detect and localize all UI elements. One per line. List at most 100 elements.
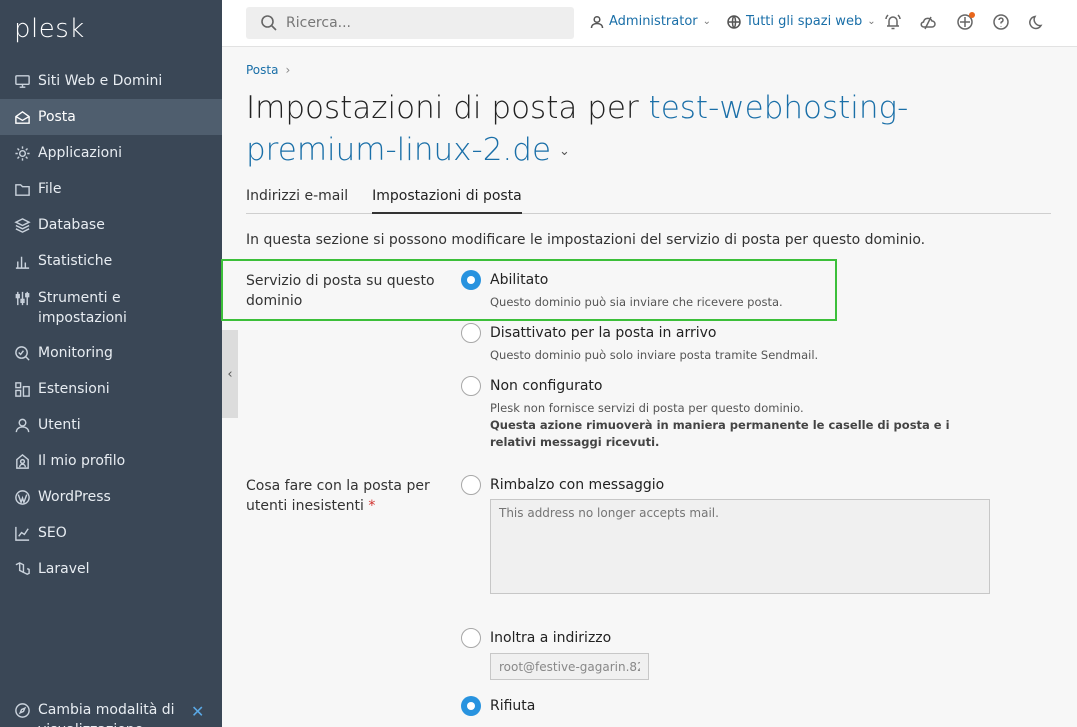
option-reject[interactable]: Rifiuta xyxy=(461,696,535,716)
page-title: Impostazioni di posta per test-webhostin… xyxy=(246,87,1046,173)
extensions-icon xyxy=(13,380,31,398)
radio-reject[interactable] xyxy=(461,696,481,716)
sidebar-item-wordpress[interactable]: WordPress xyxy=(0,479,222,515)
sidebar-item-tools-settings[interactable]: Strumenti e impostazioni xyxy=(0,279,222,335)
monitor-icon xyxy=(13,72,31,90)
sidebar-item-label: Applicazioni xyxy=(38,145,122,161)
tabs: Indirizzi e-mail Impostazioni di posta xyxy=(246,188,1051,214)
sidebar-item-label: Siti Web e Domini xyxy=(38,73,163,89)
option-label: Rifiuta xyxy=(490,698,536,714)
option-label: Inoltra a indirizzo xyxy=(490,630,612,646)
profile-icon xyxy=(13,452,31,470)
chevron-down-icon: ⌄ xyxy=(867,16,876,27)
search-input[interactable] xyxy=(286,15,556,31)
nonexistent-users-label: Cosa fare con la posta per utenti inesis… xyxy=(246,476,436,516)
forward-address-input[interactable] xyxy=(490,653,649,680)
radio-bounce[interactable] xyxy=(461,475,481,495)
webspace-selector[interactable]: Tutti gli spazi web ⌄ xyxy=(727,14,876,29)
close-icon[interactable]: ✕ xyxy=(191,702,204,721)
sidebar-item-label: Monitoring xyxy=(38,345,113,361)
radio-not-configured[interactable] xyxy=(461,376,481,396)
help-icon[interactable] xyxy=(992,13,1012,33)
sidebar-item-statistics[interactable]: Statistiche xyxy=(0,243,222,279)
chevron-down-icon[interactable]: ⌄ xyxy=(559,144,570,159)
search-box[interactable] xyxy=(246,7,574,39)
option-hint-text: Plesk non fornisce servizi di posta per … xyxy=(490,401,804,415)
mail-icon xyxy=(13,108,31,126)
option-bounce[interactable]: Rimbalzo con messaggio xyxy=(461,475,664,495)
tab-email-addresses[interactable]: Indirizzi e-mail xyxy=(246,188,348,214)
radio-enabled[interactable] xyxy=(461,270,481,290)
gear-icon xyxy=(13,144,31,162)
option-hint: Questo dominio può sia inviare che ricev… xyxy=(490,295,783,309)
radio-forward[interactable] xyxy=(461,628,481,648)
option-label: Non configurato xyxy=(490,378,603,394)
search-icon xyxy=(261,15,277,31)
option-hint: Questo dominio può solo inviare posta tr… xyxy=(490,348,819,362)
sidebar-item-label: File xyxy=(38,181,62,197)
sidebar-nav: Siti Web e Domini Posta Applicazioni Fil… xyxy=(0,63,222,587)
option-forward[interactable]: Inoltra a indirizzo xyxy=(461,628,611,648)
chevron-right-icon: › xyxy=(285,63,291,77)
sidebar-item-label: Il mio profilo xyxy=(38,453,126,469)
option-not-configured[interactable]: Non configurato xyxy=(461,376,602,396)
folder-icon xyxy=(13,180,31,198)
view-mode-toggle[interactable]: Cambia modalità di visualizzazione ✕ xyxy=(13,700,213,727)
radio-disabled-incoming[interactable] xyxy=(461,323,481,343)
bar-chart-icon xyxy=(13,252,31,270)
bounce-message-textarea[interactable] xyxy=(490,499,990,594)
sidebar-item-label: Statistiche xyxy=(38,253,113,269)
nonexistent-users-label-text: Cosa fare con la posta per utenti inesis… xyxy=(246,478,430,514)
chevron-left-icon: ‹ xyxy=(227,366,233,382)
sidebar-item-mail[interactable]: Posta xyxy=(0,99,222,135)
sidebar-item-seo[interactable]: SEO xyxy=(0,515,222,551)
breadcrumb: Posta › xyxy=(246,63,290,77)
sidebar-item-label: Database xyxy=(38,217,105,233)
sidebar-item-label: Strumenti e impostazioni xyxy=(38,290,127,326)
sidebar-item-databases[interactable]: Database xyxy=(0,207,222,243)
sidebar-item-my-profile[interactable]: Il mio profilo xyxy=(0,443,222,479)
sidebar-item-label: Estensioni xyxy=(38,381,110,397)
sidebar-item-applications[interactable]: Applicazioni xyxy=(0,135,222,171)
user-icon xyxy=(590,15,604,28)
sidebar-item-label: SEO xyxy=(38,525,67,541)
database-icon xyxy=(13,216,31,234)
chevron-down-icon: ⌄ xyxy=(702,16,712,27)
sidebar-item-label: Laravel xyxy=(38,561,90,577)
sidebar-item-extensions[interactable]: Estensioni xyxy=(0,371,222,407)
monitoring-icon xyxy=(13,344,31,362)
breadcrumb-link[interactable]: Posta xyxy=(246,63,278,77)
option-hint: Plesk non fornisce servizi di posta per … xyxy=(490,400,960,451)
extensions-hub-icon[interactable] xyxy=(956,12,976,33)
seo-icon xyxy=(13,524,31,542)
compass-icon xyxy=(13,701,31,719)
page-title-prefix: Impostazioni di posta per xyxy=(246,90,649,126)
view-mode-label: Cambia modalità di visualizzazione xyxy=(38,702,175,727)
topbar: Administrator ⌄ Tutti gli spazi web ⌄ xyxy=(222,0,1077,47)
user-name: Administrator xyxy=(609,14,698,29)
cloud-icon[interactable] xyxy=(919,13,939,33)
required-mark: * xyxy=(368,498,376,514)
option-label: Rimbalzo con messaggio xyxy=(490,477,665,493)
plesk-logo[interactable]: plesk xyxy=(14,14,85,44)
notifications-icon[interactable] xyxy=(884,13,904,33)
sidebar-item-websites[interactable]: Siti Web e Domini xyxy=(0,63,222,99)
option-disabled-incoming[interactable]: Disattivato per la posta in arrivo xyxy=(461,323,716,343)
user-menu[interactable]: Administrator ⌄ xyxy=(590,14,711,29)
sidebar-item-laravel[interactable]: Laravel xyxy=(0,551,222,587)
laravel-icon xyxy=(13,560,31,578)
intro-text: In questa sezione si possono modificare … xyxy=(246,232,926,248)
sidebar-item-users[interactable]: Utenti xyxy=(0,407,222,443)
webspace-label: Tutti gli spazi web xyxy=(746,14,863,29)
sidebar-item-files[interactable]: File xyxy=(0,171,222,207)
option-label: Disattivato per la posta in arrivo xyxy=(490,325,717,341)
tab-mail-settings[interactable]: Impostazioni di posta xyxy=(372,188,522,214)
dark-mode-icon[interactable] xyxy=(1028,13,1048,33)
notification-dot xyxy=(969,12,975,18)
option-enabled[interactable]: Abilitato xyxy=(461,270,548,290)
sidebar-collapse-handle[interactable]: ‹ xyxy=(222,330,238,418)
sidebar-item-label: WordPress xyxy=(38,489,111,505)
sidebar-item-label: Posta xyxy=(38,109,76,125)
sidebar-item-monitoring[interactable]: Monitoring xyxy=(0,335,222,371)
option-hint-warning: Questa azione rimuoverà in maniera perma… xyxy=(490,418,950,449)
